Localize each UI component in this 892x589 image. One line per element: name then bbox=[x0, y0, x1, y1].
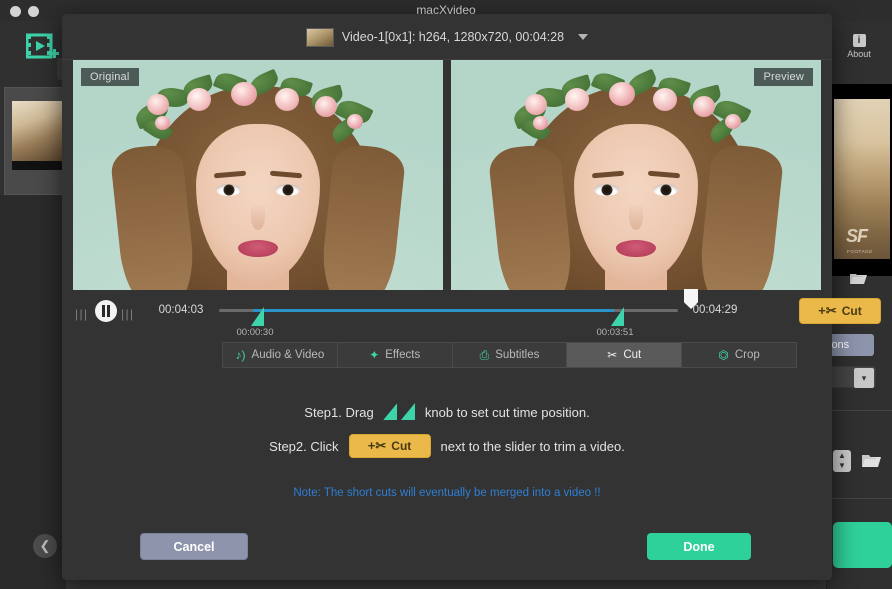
collapse-panel-button[interactable]: ❮ bbox=[33, 534, 57, 558]
video-thumbnail bbox=[12, 101, 64, 161]
eyebrow-left bbox=[592, 171, 624, 179]
nose bbox=[251, 204, 265, 230]
flower-crown bbox=[509, 74, 763, 148]
caption-box-icon: ⎙ bbox=[480, 349, 490, 361]
plus-scissors-icon: +✂ bbox=[368, 438, 386, 454]
folder-icon[interactable] bbox=[861, 452, 883, 469]
eyebrow-right bbox=[270, 171, 302, 179]
range-end-label: 00:03:51 bbox=[585, 327, 645, 338]
preview-badge: Preview bbox=[754, 68, 813, 86]
stepper-up-down-icon[interactable]: ▲▼ bbox=[833, 450, 851, 472]
about-label: About bbox=[847, 49, 871, 59]
original-video-pane[interactable]: Original bbox=[73, 60, 443, 290]
watermark-logo: SF bbox=[846, 226, 867, 247]
editor-tabbar: ♪) Audio & Video ✦ Effects ⎙ Subtitles ✂… bbox=[222, 342, 797, 368]
eye-right bbox=[275, 184, 300, 196]
cut-button-label: Cut bbox=[842, 304, 862, 318]
total-time: 00:04:29 bbox=[684, 304, 746, 316]
grip-lines-icon: ||| bbox=[121, 307, 135, 321]
scissors-icon: ✂ bbox=[607, 349, 617, 361]
timeline: ||| ||| 00:04:03 00:00:30 00:03:51 00:04… bbox=[62, 290, 832, 338]
nose bbox=[629, 204, 643, 230]
crop-icon: ⏣ bbox=[718, 349, 728, 361]
step2-instruction: Step2. Click +✂ Cut next to the slider t… bbox=[62, 434, 832, 458]
step2-suffix: next to the slider to trim a video. bbox=[441, 439, 625, 454]
pause-icon[interactable] bbox=[95, 300, 117, 322]
step1-suffix: knob to set cut time position. bbox=[425, 405, 590, 420]
dialog-header: Video-1[0x1]: h264, 1280x720, 00:04:28 bbox=[62, 14, 832, 60]
lips bbox=[238, 240, 278, 257]
current-time: 00:04:03 bbox=[150, 304, 212, 316]
note-text: Note: The short cuts will eventually be … bbox=[62, 487, 832, 499]
add-video-icon[interactable] bbox=[26, 33, 60, 63]
timeline-track[interactable] bbox=[219, 309, 678, 312]
portrait-image bbox=[73, 60, 443, 290]
cancel-button[interactable]: Cancel bbox=[140, 533, 248, 560]
video-list-item[interactable] bbox=[4, 87, 68, 195]
speaker-icon: ♪) bbox=[236, 349, 246, 361]
cut-button[interactable]: +✂ Cut bbox=[799, 298, 881, 324]
portrait-image bbox=[451, 60, 821, 290]
range-end-knob-icon bbox=[401, 403, 415, 420]
lips bbox=[616, 240, 656, 257]
folder-icon[interactable] bbox=[849, 271, 869, 286]
tab-label: Cut bbox=[623, 349, 641, 361]
original-badge: Original bbox=[81, 68, 139, 86]
tab-label: Subtitles bbox=[495, 349, 539, 361]
magic-wand-icon: ✦ bbox=[369, 349, 379, 361]
eye-left bbox=[216, 184, 241, 196]
divider bbox=[832, 498, 892, 499]
eyebrow-left bbox=[214, 171, 246, 179]
cut-button-label: Cut bbox=[391, 439, 411, 453]
divider bbox=[832, 410, 892, 411]
step1-prefix: Step1. Drag bbox=[304, 405, 373, 420]
file-selector-label: Video-1[0x1]: h264, 1280x720, 00:04:28 bbox=[342, 30, 564, 44]
tab-subtitles[interactable]: ⎙ Subtitles bbox=[453, 343, 568, 367]
selected-range[interactable] bbox=[253, 309, 614, 312]
tab-label: Effects bbox=[385, 349, 420, 361]
file-selector-dropdown[interactable]: Video-1[0x1]: h264, 1280x720, 00:04:28 bbox=[62, 14, 832, 60]
tab-effects[interactable]: ✦ Effects bbox=[338, 343, 453, 367]
app-window: macXvideo ❮ i About SF FOOTAGE bbox=[0, 0, 892, 589]
preview-video-pane[interactable]: Preview bbox=[451, 60, 821, 290]
eyebrow-right bbox=[648, 171, 680, 179]
about-button[interactable]: i About bbox=[826, 34, 892, 59]
start-button[interactable] bbox=[833, 522, 892, 568]
output-preview: SF FOOTAGE bbox=[826, 84, 892, 276]
range-start-label: 00:00:30 bbox=[225, 327, 285, 338]
tab-label: Crop bbox=[735, 349, 760, 361]
eye-right bbox=[653, 184, 678, 196]
info-icon: i bbox=[853, 34, 866, 47]
tab-cut[interactable]: ✂ Cut bbox=[567, 343, 682, 367]
video-thumbnail bbox=[306, 28, 334, 47]
step1-instruction: Step1. Drag knob to set cut time positio… bbox=[62, 403, 832, 420]
range-start-knob-icon bbox=[383, 403, 397, 420]
left-rail-lower bbox=[0, 195, 66, 589]
output-preview-image: SF FOOTAGE bbox=[834, 99, 890, 259]
tab-audio-video[interactable]: ♪) Audio & Video bbox=[223, 343, 338, 367]
video-compare-row: Original bbox=[73, 60, 821, 290]
caret-down-icon bbox=[578, 34, 588, 40]
thumbnail-letterbox bbox=[12, 161, 64, 170]
cut-button-illustration: +✂ Cut bbox=[349, 434, 431, 458]
cut-dialog: Video-1[0x1]: h264, 1280x720, 00:04:28 bbox=[62, 14, 832, 580]
grip-lines-icon: ||| bbox=[75, 307, 89, 321]
eye-left bbox=[594, 184, 619, 196]
knob-illustration bbox=[383, 403, 415, 420]
done-button[interactable]: Done bbox=[647, 533, 751, 560]
tab-label: Audio & Video bbox=[252, 349, 325, 361]
chevron-down-icon: ▾ bbox=[854, 368, 874, 388]
tab-crop[interactable]: ⏣ Crop bbox=[682, 343, 796, 367]
flower-crown bbox=[131, 74, 385, 148]
watermark-sublabel: FOOTAGE bbox=[847, 249, 873, 254]
plus-scissors-icon: +✂ bbox=[818, 303, 836, 319]
step2-prefix: Step2. Click bbox=[269, 439, 338, 454]
